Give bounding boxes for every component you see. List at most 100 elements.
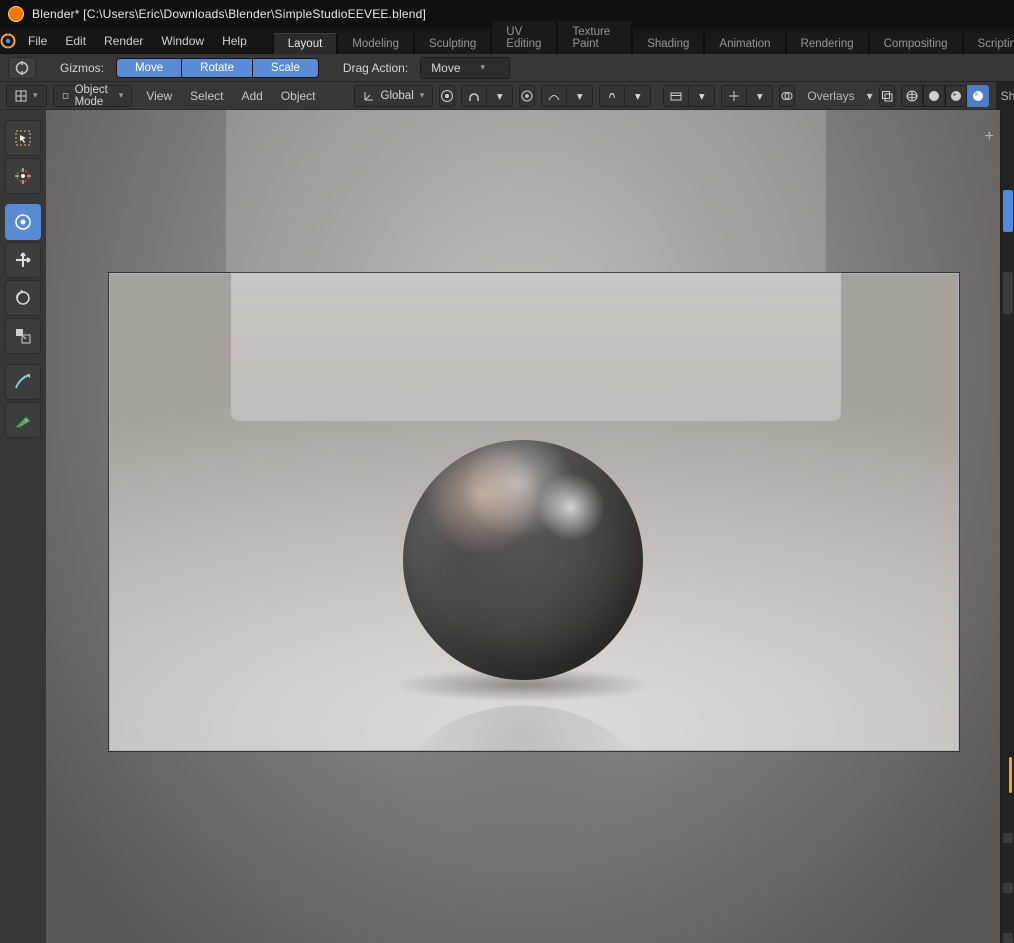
- rotate-tool[interactable]: [5, 242, 41, 278]
- axis-icon: [363, 90, 375, 102]
- gizmo-move-button[interactable]: Move: [116, 58, 182, 78]
- overlays-label: Overlays: [801, 89, 860, 103]
- menu-bar: File Edit Render Window Help Layout Mode…: [0, 28, 1014, 54]
- gizmo-visibility-chevron[interactable]: ▾: [747, 85, 773, 107]
- show-gizmo-toggle[interactable]: [8, 57, 36, 79]
- drag-action-label: Drag Action:: [343, 61, 408, 75]
- sphere-reflection: [408, 706, 638, 859]
- 3d-viewport[interactable]: +: [46, 110, 1000, 943]
- chevron-down-icon: ▾: [497, 89, 503, 103]
- menu-window[interactable]: Window: [153, 28, 212, 54]
- workspace-tabs: Layout Modeling Sculpting UV Editing Tex…: [273, 28, 1014, 53]
- cursor-tool[interactable]: [5, 158, 41, 194]
- measure-tool[interactable]: [5, 402, 41, 438]
- gizmo-type-segmented: Move Rotate Scale: [116, 58, 319, 78]
- proportional-chevron[interactable]: ▾: [567, 85, 593, 107]
- main-area: +: [0, 110, 1014, 943]
- chevron-down-icon: ▾: [481, 62, 486, 73]
- shading-label: Shading: [995, 89, 1014, 103]
- backdrop-panel: [231, 273, 841, 421]
- shading-rendered[interactable]: [967, 85, 989, 107]
- visibility-chevron[interactable]: ▾: [689, 85, 715, 107]
- blender-logo-icon: [8, 6, 24, 22]
- panel-handle[interactable]: [1003, 933, 1013, 943]
- app-menu-button[interactable]: [0, 28, 16, 53]
- menu-render[interactable]: Render: [96, 28, 151, 54]
- visibility-group: ▾: [663, 85, 715, 107]
- vp-menu-select[interactable]: Select: [182, 85, 231, 107]
- select-box-tool[interactable]: [5, 120, 41, 156]
- tab-layout[interactable]: Layout: [273, 33, 338, 54]
- tab-scripting[interactable]: Scripting: [963, 33, 1014, 54]
- object-types-visibility[interactable]: [663, 85, 689, 107]
- move-tool[interactable]: [5, 204, 41, 240]
- menu-edit[interactable]: Edit: [57, 28, 94, 54]
- transform-tool[interactable]: [5, 318, 41, 354]
- viewport-menus: View Select Add Object: [138, 85, 323, 107]
- chevron-down-icon: ▾: [757, 89, 763, 103]
- snap-group: ▾: [461, 85, 513, 107]
- tool-settings-bar: Gizmos: Move Rotate Scale Drag Action: M…: [0, 54, 1014, 82]
- panel-handle[interactable]: [1003, 833, 1013, 843]
- gizmo-rotate-button[interactable]: Rotate: [182, 58, 253, 78]
- snap-settings-dropdown[interactable]: ▾: [487, 85, 513, 107]
- mode-label: Object Mode: [75, 84, 113, 108]
- tab-compositing[interactable]: Compositing: [869, 33, 963, 54]
- link-toggle[interactable]: [599, 85, 625, 107]
- add-viewport-region-button[interactable]: +: [985, 128, 994, 146]
- link-chevron[interactable]: ▾: [625, 85, 651, 107]
- gizmos-label: Gizmos:: [60, 61, 104, 75]
- drag-action-dropdown[interactable]: Move ▾: [420, 57, 510, 79]
- properties-tab[interactable]: [1003, 272, 1013, 314]
- tab-texture-paint[interactable]: Texture Paint: [557, 21, 632, 54]
- overlays-toggle[interactable]: [779, 85, 795, 107]
- vp-menu-add[interactable]: Add: [233, 85, 270, 107]
- orientation-label: Global: [381, 90, 414, 102]
- object-mode-icon: [62, 90, 69, 102]
- tab-rendering[interactable]: Rendering: [786, 33, 869, 54]
- shading-wireframe[interactable]: [901, 85, 923, 107]
- chevron-down-icon: ▾: [577, 89, 583, 103]
- tab-uv-editing[interactable]: UV Editing: [491, 21, 557, 54]
- sphere-object[interactable]: [403, 440, 643, 680]
- tool-shelf: [0, 110, 46, 943]
- tab-sculpting[interactable]: Sculpting: [414, 33, 491, 54]
- tab-shading[interactable]: Shading: [632, 33, 704, 54]
- window-title: Blender* [C:\Users\Eric\Downloads\Blende…: [32, 7, 426, 21]
- shading-solid[interactable]: [923, 85, 945, 107]
- chevron-down-icon: ▾: [635, 89, 641, 103]
- scale-tool[interactable]: [5, 280, 41, 316]
- tab-modeling[interactable]: Modeling: [337, 33, 414, 54]
- editor-type-dropdown[interactable]: ▾: [6, 85, 47, 107]
- chevron-down-icon: ▾: [33, 90, 38, 101]
- xray-toggle[interactable]: [879, 85, 895, 107]
- link-group: ▾: [599, 85, 651, 107]
- gizmo-visibility-group: ▾: [721, 85, 773, 107]
- chevron-down-icon: ▾: [119, 90, 124, 101]
- snap-toggle[interactable]: [461, 85, 487, 107]
- annotate-tool[interactable]: [5, 364, 41, 400]
- show-gizmos-toggle[interactable]: [721, 85, 747, 107]
- gizmo-scale-button[interactable]: Scale: [253, 58, 319, 78]
- right-panel-strip: [1000, 110, 1014, 943]
- overlays-chevron[interactable]: ▾: [867, 89, 873, 103]
- menu-file[interactable]: File: [20, 28, 55, 54]
- menu-help[interactable]: Help: [214, 28, 255, 54]
- pivot-point-dropdown[interactable]: [439, 85, 455, 107]
- main-menu: File Edit Render Window Help: [16, 28, 255, 53]
- proportional-settings: ▾: [541, 85, 593, 107]
- properties-tab-active[interactable]: [1003, 190, 1013, 232]
- viewport-shading: [901, 85, 989, 107]
- vp-menu-object[interactable]: Object: [273, 85, 324, 107]
- tab-animation[interactable]: Animation: [704, 33, 785, 54]
- viewport-header: ▾ Object Mode ▾ View Select Add Object G…: [0, 82, 996, 110]
- proportional-editing-toggle[interactable]: [519, 85, 535, 107]
- interaction-mode-dropdown[interactable]: Object Mode ▾: [53, 85, 133, 107]
- shading-material[interactable]: [945, 85, 967, 107]
- transform-orientation-dropdown[interactable]: Global ▾: [354, 85, 434, 107]
- drag-action-value: Move: [431, 61, 460, 75]
- vp-menu-view[interactable]: View: [138, 85, 180, 107]
- timeline-indicator: [1009, 757, 1012, 793]
- proportional-falloff-dropdown[interactable]: [541, 85, 567, 107]
- panel-handle[interactable]: [1003, 883, 1013, 893]
